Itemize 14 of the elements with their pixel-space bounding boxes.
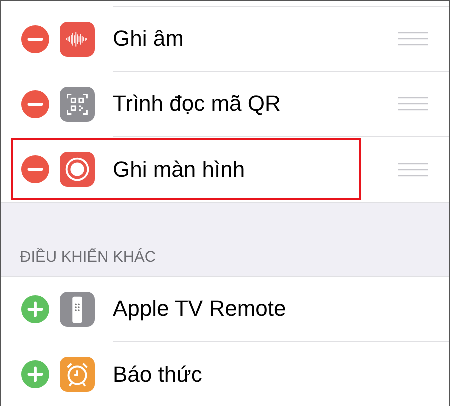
remove-icon[interactable]	[21, 155, 50, 184]
drag-handle-icon[interactable]	[398, 162, 428, 178]
control-name: Ghi màn hình	[113, 156, 246, 182]
control-name: Trình đọc mã QR	[113, 91, 282, 117]
add-icon[interactable]	[21, 295, 50, 324]
control-name: Báo thức	[113, 362, 204, 388]
remove-icon[interactable]	[21, 25, 50, 54]
remove-icon[interactable]	[21, 90, 50, 119]
control-name: Ghi âm	[113, 26, 185, 52]
drag-handle-icon[interactable]	[398, 31, 428, 47]
add-icon[interactable]	[21, 360, 50, 389]
control-name: Apple TV Remote	[113, 296, 288, 322]
section-header: ĐIỀU KHIỂN KHÁC	[20, 249, 156, 267]
drag-handle-icon[interactable]	[398, 96, 428, 112]
